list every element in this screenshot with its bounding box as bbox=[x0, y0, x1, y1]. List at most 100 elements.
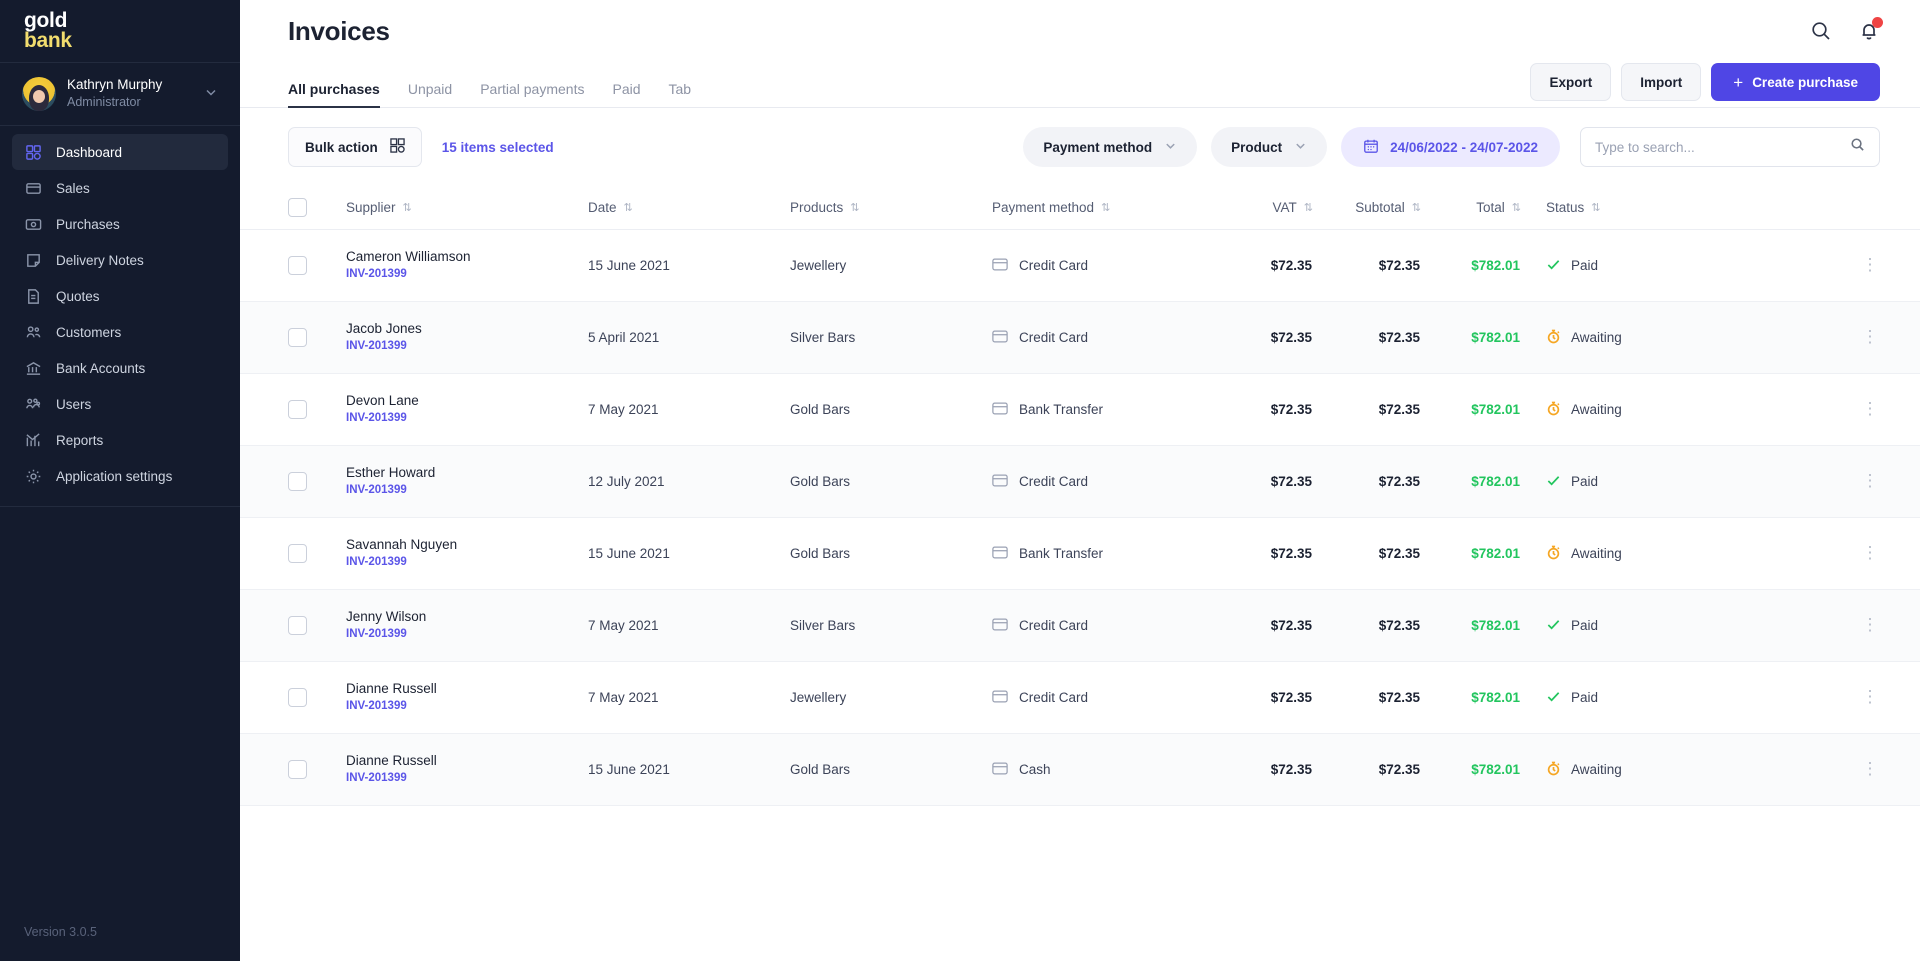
more-options-icon[interactable]: ⋮ bbox=[1860, 687, 1880, 704]
sidebar-item-reports[interactable]: Reports bbox=[12, 422, 228, 458]
invoice-number[interactable]: INV-201399 bbox=[346, 338, 588, 355]
invoice-number[interactable]: INV-201399 bbox=[346, 698, 588, 715]
search-input[interactable] bbox=[1595, 139, 1842, 155]
row-select-cell bbox=[288, 688, 346, 707]
column-label: Subtotal bbox=[1355, 200, 1405, 215]
status-badge: Awaiting bbox=[1546, 401, 1650, 419]
logo[interactable]: gold bank bbox=[0, 0, 240, 62]
more-options-icon[interactable]: ⋮ bbox=[1860, 759, 1880, 776]
column-header-vat[interactable]: VAT ⇅ bbox=[1230, 200, 1314, 215]
tab-unpaid[interactable]: Unpaid bbox=[408, 81, 452, 107]
tab-all-purchases[interactable]: All purchases bbox=[288, 81, 380, 108]
column-label: Products bbox=[790, 200, 844, 215]
table-row[interactable]: Savannah Nguyen INV-201399 15 June 2021 … bbox=[240, 518, 1920, 590]
row-checkbox[interactable] bbox=[288, 616, 307, 635]
bulk-action-button[interactable]: Bulk action bbox=[288, 127, 422, 167]
sidebar-item-delivery-notes[interactable]: Delivery Notes bbox=[12, 242, 228, 278]
sidebar-item-application-settings[interactable]: Application settings bbox=[12, 458, 228, 494]
table-row[interactable]: Dianne Russell INV-201399 7 May 2021 Jew… bbox=[240, 662, 1920, 734]
invoice-number[interactable]: INV-201399 bbox=[346, 554, 588, 571]
tab-partial-payments[interactable]: Partial payments bbox=[480, 81, 584, 107]
table-row[interactable]: Jacob Jones INV-201399 5 April 2021 Silv… bbox=[240, 302, 1920, 374]
card-icon bbox=[24, 179, 42, 197]
table-row[interactable]: Cameron Williamson INV-201399 15 June 20… bbox=[240, 230, 1920, 302]
column-header-status[interactable]: Status ⇅ bbox=[1546, 200, 1650, 215]
dashboard-icon bbox=[24, 143, 42, 161]
tab-tab[interactable]: Tab bbox=[669, 81, 692, 107]
more-options-icon[interactable]: ⋮ bbox=[1860, 471, 1880, 488]
row-checkbox[interactable] bbox=[288, 544, 307, 563]
invoice-number[interactable]: INV-201399 bbox=[346, 482, 588, 499]
sidebar-item-users[interactable]: Users bbox=[12, 386, 228, 422]
row-checkbox[interactable] bbox=[288, 688, 307, 707]
sort-icon: ⇅ bbox=[850, 202, 859, 214]
row-actions-cell: ⋮ bbox=[1650, 543, 1880, 563]
export-button[interactable]: Export bbox=[1530, 63, 1612, 101]
invoice-number[interactable]: INV-201399 bbox=[346, 770, 588, 787]
row-actions-cell: ⋮ bbox=[1650, 759, 1880, 779]
payment-method-cell: Credit Card bbox=[992, 258, 1230, 274]
notifications-bell-icon[interactable] bbox=[1858, 17, 1883, 42]
table-row[interactable]: Jenny Wilson INV-201399 7 May 2021 Silve… bbox=[240, 590, 1920, 662]
invoices-table: Supplier ⇅ Date ⇅ Products ⇅ Payment method… bbox=[240, 186, 1920, 806]
search-box[interactable] bbox=[1580, 127, 1880, 167]
product-cell: Gold Bars bbox=[790, 402, 851, 417]
more-options-icon[interactable]: ⋮ bbox=[1860, 255, 1880, 272]
sidebar: gold bank Kathryn Murphy Administrator D… bbox=[0, 0, 240, 961]
table-row[interactable]: Dianne Russell INV-201399 15 June 2021 G… bbox=[240, 734, 1920, 806]
import-button[interactable]: Import bbox=[1621, 63, 1702, 101]
invoice-number[interactable]: INV-201399 bbox=[346, 410, 588, 427]
more-options-icon[interactable]: ⋮ bbox=[1860, 399, 1880, 416]
row-checkbox[interactable] bbox=[288, 760, 307, 779]
table-row[interactable]: Devon Lane INV-201399 7 May 2021 Gold Ba… bbox=[240, 374, 1920, 446]
sidebar-item-sales[interactable]: Sales bbox=[12, 170, 228, 206]
column-header-date[interactable]: Date ⇅ bbox=[588, 200, 790, 215]
sidebar-item-bank-accounts[interactable]: Bank Accounts bbox=[12, 350, 228, 386]
row-checkbox[interactable] bbox=[288, 256, 307, 275]
more-options-icon[interactable]: ⋮ bbox=[1860, 543, 1880, 560]
date-cell: 15 June 2021 bbox=[588, 258, 670, 273]
column-header-total[interactable]: Total ⇅ bbox=[1420, 200, 1521, 215]
sidebar-item-customers[interactable]: Customers bbox=[12, 314, 228, 350]
search-icon[interactable] bbox=[1850, 137, 1865, 157]
row-checkbox[interactable] bbox=[288, 472, 307, 491]
row-actions-cell: ⋮ bbox=[1650, 255, 1880, 275]
subtotal-cell: $72.35 bbox=[1378, 690, 1420, 705]
money-icon bbox=[24, 215, 42, 233]
date-range-filter[interactable]: 24/06/2022 - 24/07-2022 bbox=[1341, 127, 1560, 167]
status-cell: Awaiting bbox=[1520, 329, 1650, 347]
product-filter[interactable]: Product bbox=[1211, 127, 1328, 167]
column-header-payment-method[interactable]: Payment method ⇅ bbox=[992, 200, 1230, 215]
sidebar-item-dashboard[interactable]: Dashboard bbox=[12, 134, 228, 170]
stopwatch-icon bbox=[1546, 761, 1561, 779]
sort-icon: ⇅ bbox=[623, 202, 633, 214]
invoice-number[interactable]: INV-201399 bbox=[346, 626, 588, 643]
column-header-subtotal[interactable]: Subtotal ⇅ bbox=[1312, 200, 1421, 215]
profile-menu[interactable]: Kathryn Murphy Administrator bbox=[0, 63, 240, 125]
subtotal-cell: $72.35 bbox=[1378, 474, 1420, 489]
create-purchase-button[interactable]: + Create purchase bbox=[1711, 63, 1880, 101]
payment-method-cell: Credit Card bbox=[992, 618, 1230, 634]
sidebar-item-quotes[interactable]: Quotes bbox=[12, 278, 228, 314]
payment-method-filter[interactable]: Payment method bbox=[1023, 127, 1198, 167]
more-options-icon[interactable]: ⋮ bbox=[1860, 327, 1880, 344]
supplier-name: Dianne Russell bbox=[346, 752, 437, 768]
column-header-supplier[interactable]: Supplier ⇅ bbox=[346, 200, 588, 215]
row-actions-cell: ⋮ bbox=[1650, 471, 1880, 491]
select-all-checkbox[interactable] bbox=[288, 198, 307, 217]
tab-paid[interactable]: Paid bbox=[612, 81, 640, 107]
product-cell: Silver Bars bbox=[790, 330, 856, 345]
more-options-icon[interactable]: ⋮ bbox=[1860, 615, 1880, 632]
column-header-products[interactable]: Products ⇅ bbox=[790, 200, 992, 215]
table-row[interactable]: Esther Howard INV-201399 12 July 2021 Go… bbox=[240, 446, 1920, 518]
subtotal-cell: $72.35 bbox=[1378, 546, 1420, 561]
plus-icon: + bbox=[1733, 72, 1744, 92]
row-checkbox[interactable] bbox=[288, 400, 307, 419]
row-checkbox[interactable] bbox=[288, 328, 307, 347]
search-icon[interactable] bbox=[1810, 20, 1832, 42]
subtotal-cell: $72.35 bbox=[1378, 762, 1420, 777]
status-cell: Paid bbox=[1520, 473, 1650, 491]
sidebar-item-purchases[interactable]: Purchases bbox=[12, 206, 228, 242]
logo-line-1: gold bbox=[24, 9, 68, 33]
invoice-number[interactable]: INV-201399 bbox=[346, 266, 588, 283]
